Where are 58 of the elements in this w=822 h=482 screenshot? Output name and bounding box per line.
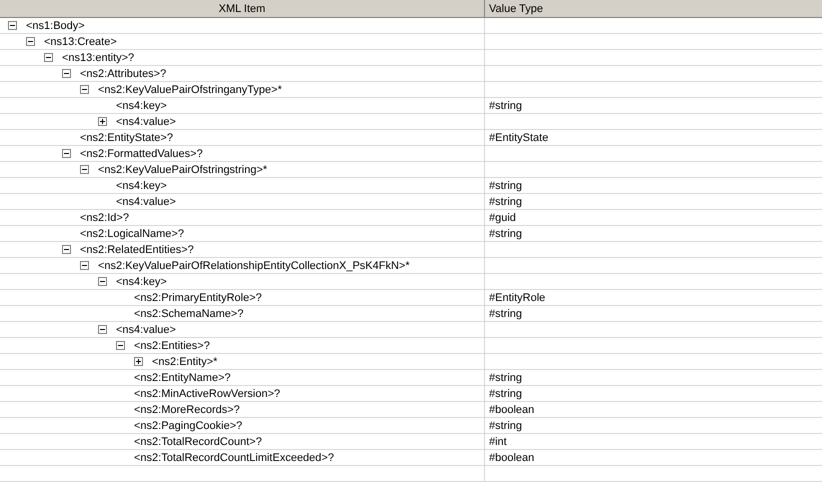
value-type: #string <box>488 372 522 384</box>
xml-item-label: <ns4:value> <box>116 196 176 208</box>
expand-icon[interactable] <box>134 357 143 366</box>
xml-item-label: <ns4:key> <box>116 100 167 112</box>
xml-item-label: <ns2:TotalRecordCountLimitExceeded>? <box>134 452 334 464</box>
value-type: #string <box>488 420 522 432</box>
value-type: #int <box>488 436 507 448</box>
xml-item-label: <ns2:Entity>* <box>152 356 218 368</box>
value-type: #EntityState <box>488 132 548 144</box>
xml-item-label: <ns2:Attributes>? <box>80 68 166 80</box>
xml-item-label: <ns4:value> <box>116 324 176 336</box>
xml-item-label: <ns2:EntityState>? <box>80 132 173 144</box>
expand-icon[interactable] <box>98 117 107 126</box>
value-type: #boolean <box>488 452 534 464</box>
collapse-icon[interactable] <box>98 277 107 286</box>
column-header[interactable]: Value Type <box>485 0 822 17</box>
xml-item-label: <ns13:entity>? <box>62 52 134 64</box>
xml-item-label: <ns2:PagingCookie>? <box>134 420 242 432</box>
xml-item-label: <ns2:KeyValuePairOfRelationshipEntityCollectionX_PsK4FkN>* <box>98 260 410 272</box>
xml-item-label: <ns4:key> <box>116 276 167 288</box>
collapse-icon[interactable] <box>80 85 89 94</box>
collapse-icon[interactable] <box>26 37 35 46</box>
xml-item-label: <ns2:KeyValuePairOfstringstring>* <box>98 164 268 176</box>
xml-item-label: <ns2:TotalRecordCount>? <box>134 436 262 448</box>
collapse-icon[interactable] <box>8 21 17 30</box>
xml-item-label: <ns4:key> <box>116 180 167 192</box>
collapse-icon[interactable] <box>62 69 71 78</box>
xml-item-label: <ns1:Body> <box>26 20 85 32</box>
collapse-icon[interactable] <box>80 165 89 174</box>
xml-item-label: <ns2:MoreRecords>? <box>134 404 240 416</box>
value-type: #string <box>488 196 522 208</box>
collapse-icon[interactable] <box>44 53 53 62</box>
value-type: #EntityRole <box>488 292 546 304</box>
value-type: #string <box>488 180 522 192</box>
value-type: #string <box>488 228 522 240</box>
xml-item-label: <ns2:KeyValuePairOfstringanyType>* <box>98 84 282 96</box>
collapse-icon[interactable] <box>98 325 107 334</box>
xml-item-label: <ns2:SchemaName>? <box>134 308 244 320</box>
xml-item-label: <ns4:value> <box>116 116 176 128</box>
xml-item-label: <ns2:PrimaryEntityRole>? <box>134 292 262 304</box>
column-header[interactable]: XML Item <box>0 0 485 17</box>
xml-item-label: <ns2:MinActiveRowVersion>? <box>134 388 280 400</box>
collapse-icon[interactable] <box>62 245 71 254</box>
xml-item-label: <ns2:Id>? <box>80 212 129 224</box>
value-type: #string <box>488 100 522 112</box>
collapse-icon[interactable] <box>116 341 125 350</box>
xml-item-label: <ns2:RelatedEntities>? <box>80 244 194 256</box>
value-type: #boolean <box>488 404 534 416</box>
xml-item-label: <ns13:Create> <box>44 36 117 48</box>
xml-item-label: <ns2:Entities>? <box>134 340 210 352</box>
value-type: #guid <box>488 212 516 224</box>
xml-item-label: <ns2:LogicalName>? <box>80 228 184 240</box>
collapse-icon[interactable] <box>62 149 71 158</box>
value-type: #string <box>488 308 522 320</box>
xml-item-label: <ns2:FormattedValues>? <box>80 148 203 160</box>
value-type: #string <box>488 388 522 400</box>
xml-item-label: <ns2:EntityName>? <box>134 372 231 384</box>
collapse-icon[interactable] <box>80 261 89 270</box>
